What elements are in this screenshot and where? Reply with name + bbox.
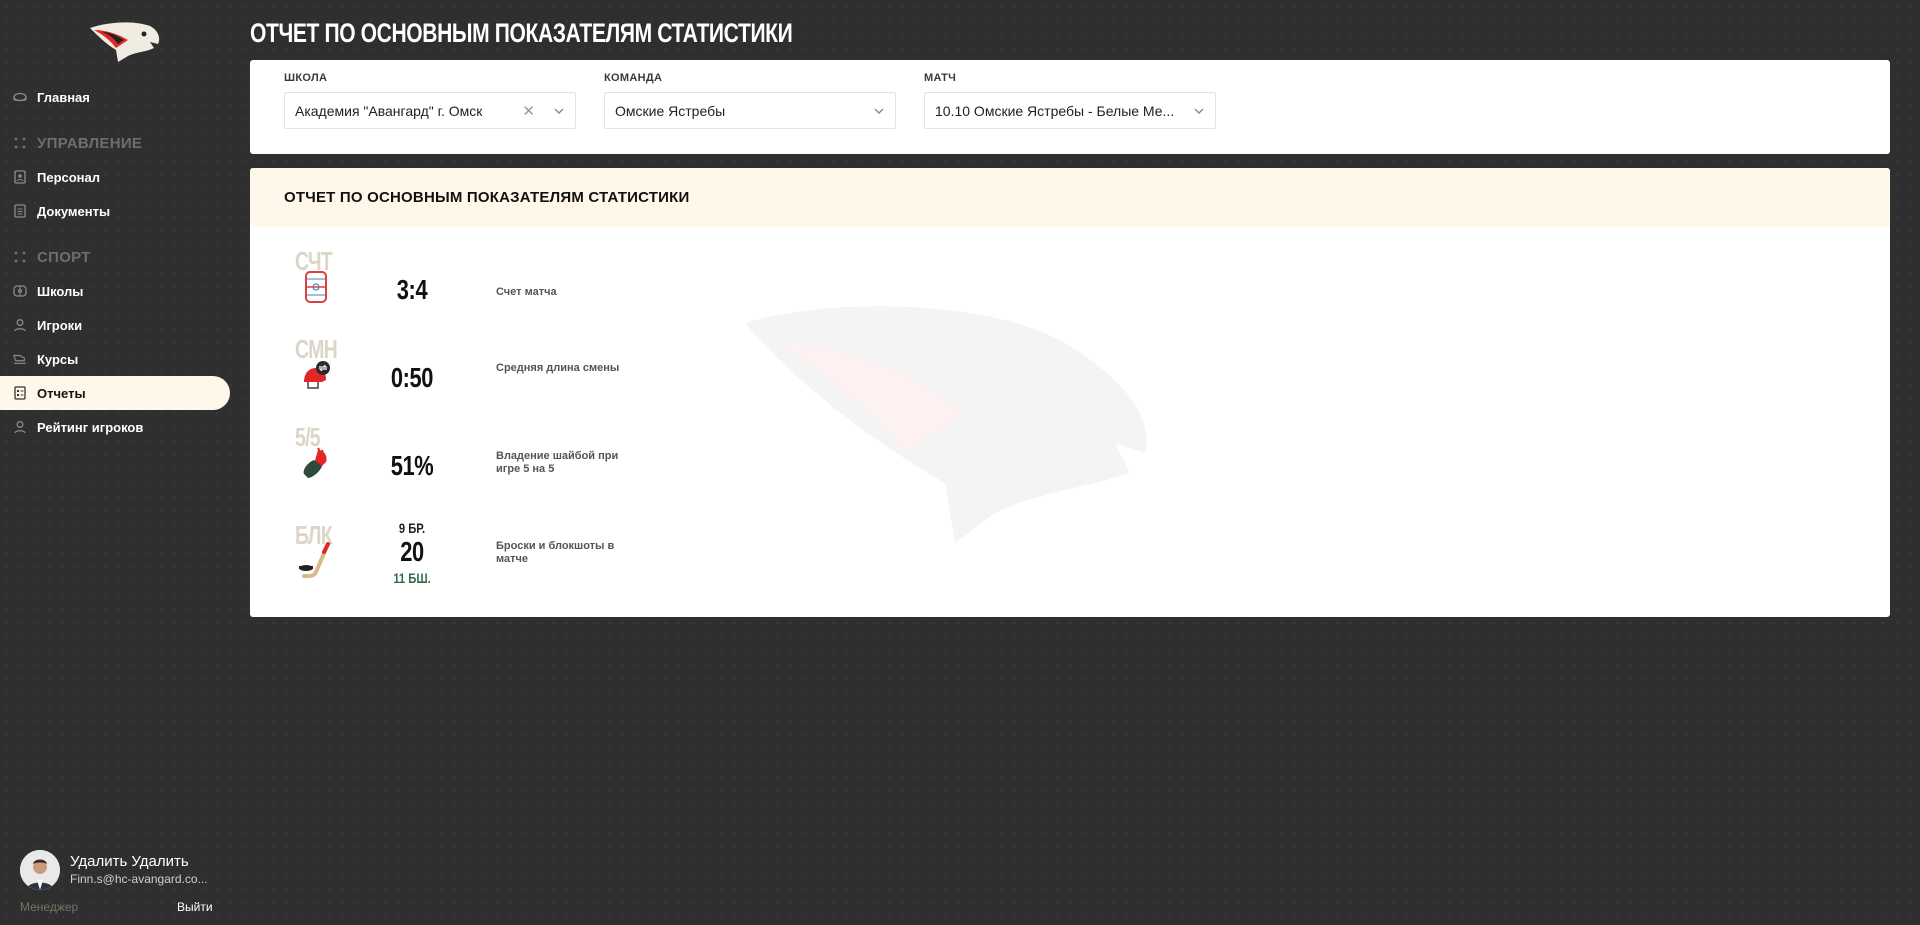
stat-description: Владение шайбой при игре 5 на 5 [496, 450, 619, 475]
logout-link[interactable]: Выйти [177, 900, 213, 914]
team-select[interactable]: Омские Ястребы [604, 92, 896, 129]
sidebar-item-label: Главная [37, 89, 90, 105]
sidebar-nav: Главная УПРАВЛЕНИЕ Персонал Документы СП… [0, 80, 236, 444]
match-select[interactable]: 10.10 Омские Ястребы - Белые Ме... [924, 92, 1216, 129]
sidebar-section-label: УПРАВЛЕНИЕ [37, 134, 143, 152]
sidebar-item-players[interactable]: Игроки [0, 308, 230, 342]
dots-grid-icon [13, 250, 27, 264]
sidebar-item-staff[interactable]: Персонал [0, 160, 230, 194]
stat-value: 20 [400, 536, 424, 567]
stat-row-possession: 5/5 51% Владение шайбой при игре 5 на 5 [280, 422, 680, 494]
school-filter-label: ШКОЛА [284, 72, 328, 84]
report-card: ОТЧЕТ ПО ОСНОВНЫМ ПОКАЗАТЕЛЯМ СТАТИСТИКИ… [250, 168, 1890, 617]
user-email: Finn.s@hc-avangard.co... [70, 872, 208, 886]
sidebar-item-reports[interactable]: Отчеты [0, 376, 230, 410]
match-filter-label: МАТЧ [924, 72, 957, 84]
blocks-count: 11 БШ. [393, 570, 431, 586]
stat-value: 0:50 [390, 362, 434, 393]
hockey-rink-icon [305, 271, 327, 303]
sidebar-section-sport: СПОРТ [0, 240, 236, 274]
sidebar-item-label: Отчеты [37, 385, 86, 401]
filters-panel: ШКОЛА Академия "Авангард" г. Омск ✕ КОМА… [250, 60, 1890, 154]
stat-value: 3:4 [396, 274, 428, 305]
sidebar-item-courses[interactable]: Курсы [0, 342, 230, 376]
stick-puck-icon [299, 542, 330, 578]
sidebar-section-label: СПОРТ [37, 248, 91, 266]
sidebar-item-label: Документы [37, 203, 111, 219]
person-icon [13, 420, 27, 434]
person-icon [13, 318, 27, 332]
report-title: ОТЧЕТ ПО ОСНОВНЫМ ПОКАЗАТЕЛЯМ СТАТИСТИКИ [250, 168, 1890, 227]
avatar[interactable] [20, 850, 60, 890]
school-select-value: Академия "Авангард" г. Омск [295, 102, 483, 119]
stat-row-blocks: БЛК 9 БР. 20 11 БШ. Броски и блокшоты в … [280, 520, 680, 592]
avangard-watermark-icon [745, 306, 1147, 543]
chevron-down-icon [1194, 108, 1204, 114]
sidebar-item-label: Школы [37, 283, 84, 299]
team-filter: КОМАНДА Омские Ястребы [604, 72, 896, 129]
badge-icon [13, 170, 27, 184]
sidebar-item-home[interactable]: Главная [0, 80, 230, 114]
user-name: Удалить Удалить [70, 853, 189, 870]
chevron-down-icon [554, 108, 564, 114]
sidebar-item-label: Рейтинг игроков [37, 419, 144, 435]
stat-row-score: СЧТ 3:4 Счет матча [280, 246, 680, 318]
document-icon [13, 204, 27, 218]
dots-grid-icon [13, 136, 27, 150]
stat-row-shift: СМН 0:50 Средняя длина смены [280, 334, 680, 406]
rink-icon [13, 284, 27, 298]
team-select-value: Омские Ястребы [615, 102, 726, 119]
sidebar-item-documents[interactable]: Документы [0, 194, 230, 228]
stat-description: Средняя длина смены [496, 362, 620, 374]
sidebar-item-label: Курсы [37, 351, 79, 367]
match-select-value: 10.10 Омские Ястребы - Белые Ме... [935, 102, 1175, 119]
sidebar-section-manage: УПРАВЛЕНИЕ [0, 126, 236, 160]
team-filter-label: КОМАНДА [604, 72, 663, 84]
avangard-logo-icon[interactable] [88, 18, 162, 62]
shots-count: 9 БР. [398, 520, 426, 536]
glove-icon [303, 447, 327, 478]
sidebar-item-label: Игроки [37, 317, 83, 333]
match-filter: МАТЧ 10.10 Омские Ястребы - Белые Ме... [924, 72, 1216, 129]
page-title: ОТЧЕТ ПО ОСНОВНЫМ ПОКАЗАТЕЛЯМ СТАТИСТИКИ [250, 18, 793, 48]
school-select[interactable]: Академия "Авангард" г. Омск ✕ [284, 92, 576, 129]
user-role: Менеджер [20, 900, 79, 914]
stat-value: 51% [390, 450, 434, 481]
sidebar: Главная УПРАВЛЕНИЕ Персонал Документы СП… [0, 0, 236, 925]
stat-description: Счет матча [496, 286, 557, 298]
school-filter: ШКОЛА Академия "Авангард" г. Омск ✕ [284, 72, 576, 129]
chevron-down-icon [874, 108, 884, 114]
sidebar-item-rating[interactable]: Рейтинг игроков [0, 410, 230, 444]
helmet-swap-icon [304, 361, 330, 389]
sidebar-item-schools[interactable]: Школы [0, 274, 230, 308]
clear-icon[interactable]: ✕ [522, 102, 535, 120]
stat-description: Броски и блокшоты в матче [496, 540, 615, 565]
sidebar-item-label: Персонал [37, 169, 101, 185]
skate-icon [13, 352, 27, 366]
puck-icon [13, 90, 27, 104]
report-icon [13, 386, 27, 400]
